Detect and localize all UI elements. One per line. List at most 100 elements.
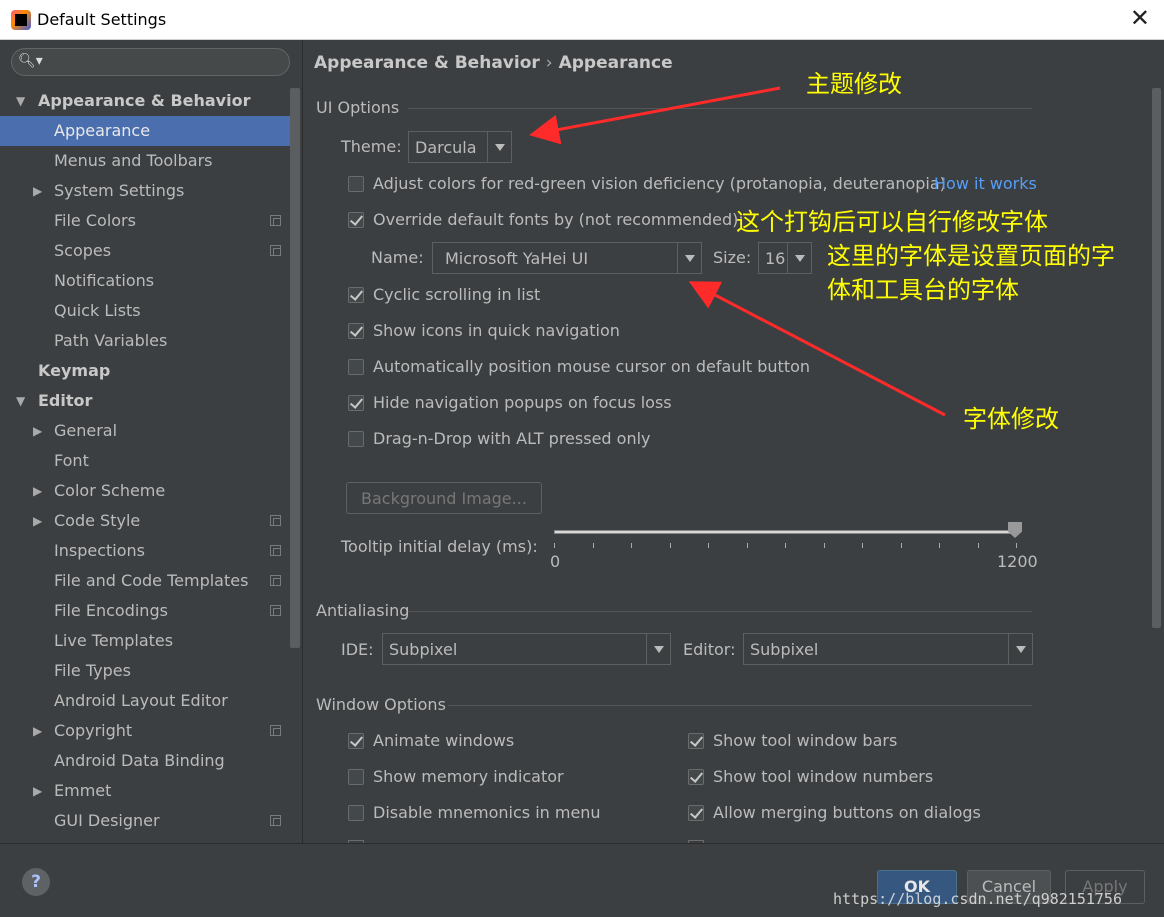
expand-arrow-icon[interactable]: ▼: [16, 386, 25, 416]
editor-antialiasing-value: Subpixel: [750, 640, 819, 659]
checkbox-label: Show tool window numbers: [713, 767, 934, 786]
expand-arrow-icon[interactable]: ▼: [16, 86, 25, 116]
slider-thumb[interactable]: [1008, 522, 1022, 538]
sidebar-item[interactable]: File Encodings: [0, 596, 290, 626]
font-size-label: Size:: [713, 248, 752, 267]
slider-tick: [669, 543, 671, 548]
checkbox-label: Animate windows: [373, 731, 515, 750]
sidebar-item[interactable]: File and Code Templates: [0, 566, 290, 596]
slider-tick: [862, 543, 863, 548]
checkbox-box[interactable]: [348, 176, 364, 192]
sidebar-item[interactable]: Quick Lists: [0, 296, 290, 326]
sidebar-item[interactable]: Appearance: [0, 116, 290, 146]
sidebar-item-label: Code Style: [54, 511, 141, 530]
help-icon[interactable]: ?: [22, 868, 50, 896]
sidebar-item[interactable]: Inspections: [0, 536, 290, 566]
editor-antialiasing-dropdown[interactable]: Subpixel: [743, 633, 1033, 665]
main-scrollbar[interactable]: [1152, 88, 1161, 628]
sidebar-item[interactable]: Path Variables: [0, 326, 290, 356]
sidebar-item[interactable]: Font: [0, 446, 290, 476]
chevron-down-icon[interactable]: [646, 634, 670, 664]
checkbox-box[interactable]: [348, 395, 364, 411]
checkbox-box[interactable]: [688, 733, 704, 749]
sidebar-item-label: Live Templates: [54, 631, 174, 650]
slider-tick: [1016, 543, 1017, 548]
checkbox-label: Show icons in quick navigation: [373, 321, 620, 340]
checkbox-box[interactable]: [348, 769, 364, 785]
sidebar-item[interactable]: Keymap: [0, 356, 290, 386]
checkbox-box[interactable]: [348, 287, 364, 303]
checkbox-box[interactable]: [348, 323, 364, 339]
checkbox-box[interactable]: [348, 359, 364, 375]
collapse-arrow-icon[interactable]: ▶: [33, 416, 42, 446]
font-name-dropdown[interactable]: Microsoft YaHei UI: [432, 242, 702, 274]
sidebar-item[interactable]: Android Layout Editor: [0, 686, 290, 716]
sidebar-item-label: Copyright: [54, 721, 133, 740]
sidebar-item[interactable]: ▶ Color Scheme: [0, 476, 290, 506]
sidebar-item[interactable]: ▶ Code Style: [0, 506, 290, 536]
annotation-font: 字体修改: [963, 405, 1059, 433]
sidebar-item[interactable]: Scopes: [0, 236, 290, 266]
dialog-footer: ? OK Cancel Apply https://blog.csdn.net/…: [0, 843, 1164, 917]
settings-sidebar: 🔍︎▾ ▼ Appearance & Behavior Appearance Menu…: [0, 40, 303, 843]
ide-antialiasing-dropdown[interactable]: Subpixel: [382, 633, 671, 665]
sidebar-item[interactable]: Notifications: [0, 266, 290, 296]
how-it-works-link[interactable]: How it works: [934, 174, 1037, 193]
sidebar-item[interactable]: Android Data Binding: [0, 746, 290, 776]
sidebar-item-label: File Colors: [54, 211, 136, 230]
chevron-down-icon[interactable]: [787, 243, 811, 273]
sidebar-item[interactable]: File Types: [0, 656, 290, 686]
sidebar-item-label: Android Layout Editor: [54, 691, 228, 710]
breadcrumb-current: Appearance: [558, 53, 673, 73]
theme-dropdown[interactable]: Darcula: [408, 131, 512, 163]
close-icon[interactable]: ✕: [1130, 6, 1150, 30]
slider-min-label: 0: [550, 552, 561, 571]
sidebar-item-label: Inspections: [54, 541, 145, 560]
sidebar-item[interactable]: Menus and Toolbars: [0, 146, 290, 176]
slider-tick: [785, 543, 786, 548]
slider-tick: [554, 543, 555, 548]
checkbox-box[interactable]: [348, 733, 364, 749]
sidebar-scrollbar[interactable]: [290, 88, 300, 648]
antialiasing-title: Antialiasing: [316, 601, 410, 620]
chevron-down-icon[interactable]: [1008, 634, 1032, 664]
collapse-arrow-icon[interactable]: ▶: [33, 476, 42, 506]
theme-value: Darcula: [415, 138, 477, 157]
font-size-dropdown[interactable]: 16: [758, 242, 812, 274]
chevron-down-icon[interactable]: [677, 243, 701, 273]
checkbox-box[interactable]: [688, 805, 704, 821]
project-copy-icon: [270, 515, 281, 526]
sidebar-item[interactable]: File Colors: [0, 206, 290, 236]
breadcrumb-parent: Appearance & Behavior: [314, 53, 540, 73]
sidebar-item[interactable]: GUI Designer: [0, 806, 290, 836]
tooltip-delay-label: Tooltip initial delay (ms):: [341, 537, 538, 556]
editor-label: Editor:: [683, 640, 736, 659]
sidebar-item[interactable]: ▼ Editor: [0, 386, 290, 416]
checkbox-box[interactable]: [348, 805, 364, 821]
watermark: https://blog.csdn.net/q982151756: [833, 890, 1122, 908]
font-size-value: 16: [765, 249, 786, 268]
checkbox-label: Show tool window bars: [713, 731, 898, 750]
settings-search-input[interactable]: 🔍︎▾: [11, 48, 290, 76]
project-copy-icon: [270, 815, 281, 826]
annotation-override-line3: 体和工具台的字体: [827, 276, 1019, 304]
sidebar-item[interactable]: ▼ Appearance & Behavior: [0, 86, 290, 116]
sidebar-item-label: File Types: [54, 661, 131, 680]
sidebar-item[interactable]: ▶ Copyright: [0, 716, 290, 746]
chevron-down-icon[interactable]: [487, 132, 511, 162]
sidebar-item-label: Font: [54, 451, 89, 470]
background-image-button[interactable]: Background Image...: [346, 482, 542, 514]
sidebar-item[interactable]: Live Templates: [0, 626, 290, 656]
collapse-arrow-icon[interactable]: ▶: [33, 716, 42, 746]
tooltip-delay-slider[interactable]: [554, 530, 1016, 534]
checkbox-box[interactable]: [688, 769, 704, 785]
collapse-arrow-icon[interactable]: ▶: [33, 506, 42, 536]
checkbox-box[interactable]: [348, 212, 364, 228]
title-bar: Default Settings ✕: [0, 0, 1164, 40]
collapse-arrow-icon[interactable]: ▶: [33, 776, 42, 806]
sidebar-item[interactable]: ▶ Emmet: [0, 776, 290, 806]
checkbox-box[interactable]: [348, 431, 364, 447]
sidebar-item[interactable]: ▶ General: [0, 416, 290, 446]
sidebar-item[interactable]: ▶ System Settings: [0, 176, 290, 206]
collapse-arrow-icon[interactable]: ▶: [33, 176, 42, 206]
